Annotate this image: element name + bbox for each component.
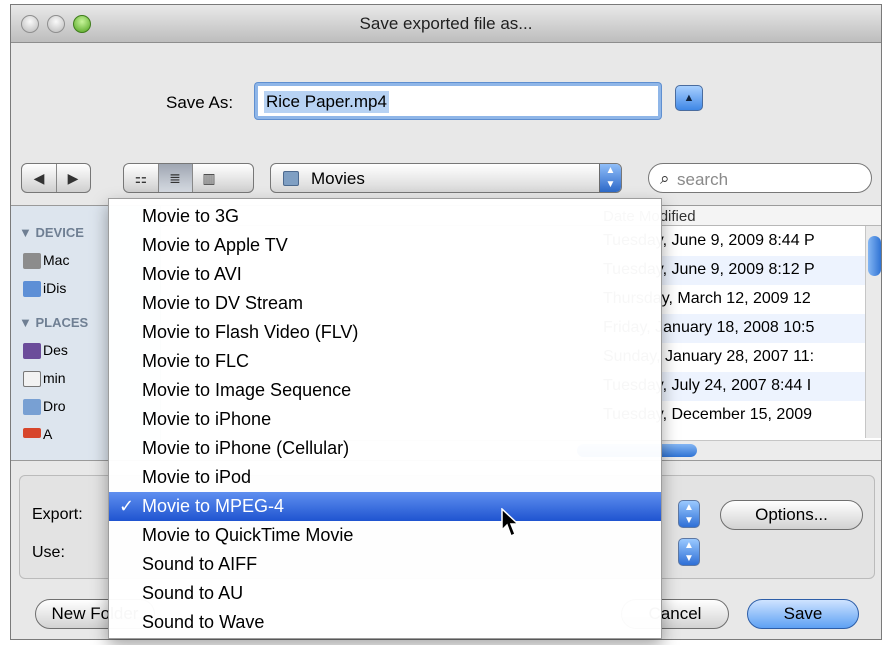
- menu-item-label: Movie to Image Sequence: [142, 380, 352, 400]
- options-button[interactable]: Options...: [720, 500, 863, 530]
- export-menu: Movie to 3G Movie to Apple TV Movie to A…: [108, 198, 662, 639]
- search-placeholder: search: [677, 170, 729, 189]
- menu-item-label: Movie to Flash Video (FLV): [142, 322, 359, 342]
- idisk-icon: [23, 281, 41, 297]
- menu-item-avi[interactable]: Movie to AVI: [109, 260, 661, 289]
- menu-item-label: Movie to DV Stream: [142, 293, 304, 313]
- menu-item-aiff[interactable]: Sound to AIFF: [109, 550, 661, 579]
- title-bar: Save exported file as...: [11, 5, 881, 43]
- icon-view-icon[interactable]: ⚏: [124, 164, 158, 192]
- location-popup[interactable]: Movies ▲ ▼: [270, 163, 622, 193]
- menu-item-label: Movie to iPhone (Cellular): [142, 438, 350, 458]
- vertical-scrollbar[interactable]: [865, 226, 881, 438]
- forward-button[interactable]: ▶: [56, 164, 90, 192]
- vertical-scroll-thumb[interactable]: [868, 236, 881, 276]
- applications-icon: [23, 428, 41, 438]
- checkmark-icon: ✓: [119, 496, 135, 516]
- sidebar-item-dropbox[interactable]: Dro: [43, 398, 66, 414]
- sidebar-item-home[interactable]: min: [43, 370, 66, 386]
- sidebar-item-idisk[interactable]: iDis: [43, 280, 66, 296]
- menu-item-label: Movie to MPEG-4: [142, 496, 285, 516]
- menu-item-label: Movie to Apple TV: [142, 235, 288, 255]
- menu-item-mpeg4[interactable]: ✓ Movie to MPEG-4: [109, 492, 661, 521]
- sidebar-section-places: ▼ PLACES: [19, 315, 89, 330]
- menu-item-flc[interactable]: Movie to FLC: [109, 347, 661, 376]
- export-stepper-icon[interactable]: ▲ ▼: [678, 500, 700, 528]
- menu-item-label: Movie to FLC: [142, 351, 250, 371]
- menu-item-3g[interactable]: Movie to 3G: [109, 202, 661, 231]
- save-button[interactable]: Save: [747, 599, 859, 629]
- sidebar-item-desktop[interactable]: Des: [43, 342, 68, 358]
- menu-item-dv-stream[interactable]: Movie to DV Stream: [109, 289, 661, 318]
- location-label: Movies: [311, 169, 365, 188]
- dropbox-icon: [23, 399, 41, 415]
- column-view-icon[interactable]: ▥: [192, 164, 226, 192]
- menu-item-flv[interactable]: Movie to Flash Video (FLV): [109, 318, 661, 347]
- window-title: Save exported file as...: [359, 14, 533, 33]
- disclosure-button[interactable]: ▲: [675, 85, 703, 111]
- menu-item-label: Movie to iPod: [142, 467, 252, 487]
- menu-item-label: Movie to 3G: [142, 206, 240, 226]
- menu-item-quicktime-movie[interactable]: Movie to QuickTime Movie: [109, 521, 661, 550]
- sidebar-section-devices: ▼ DEVICE: [19, 225, 84, 240]
- history-nav: ◀ ▶: [21, 163, 91, 193]
- location-stepper-icon[interactable]: ▲ ▼: [599, 164, 621, 192]
- save-as-value: Rice Paper.mp4: [264, 91, 389, 113]
- back-button[interactable]: ◀: [22, 164, 56, 192]
- menu-item-apple-tv[interactable]: Movie to Apple TV: [109, 231, 661, 260]
- sidebar-item-applications[interactable]: A: [43, 426, 52, 442]
- menu-item-iphone-cellular[interactable]: Movie to iPhone (Cellular): [109, 434, 661, 463]
- hard-drive-icon: [23, 253, 41, 269]
- save-as-input[interactable]: Rice Paper.mp4: [255, 83, 661, 119]
- sidebar-item-mac[interactable]: Mac: [43, 252, 69, 268]
- menu-item-label: Sound to AIFF: [142, 554, 258, 574]
- list-view-icon[interactable]: ≣: [158, 164, 192, 192]
- menu-item-wave[interactable]: Sound to Wave: [109, 608, 661, 637]
- menu-item-label: Movie to iPhone: [142, 409, 272, 429]
- menu-item-ipod[interactable]: Movie to iPod: [109, 463, 661, 492]
- use-label: Use:: [32, 544, 65, 561]
- use-stepper-icon[interactable]: ▲ ▼: [678, 538, 700, 566]
- mouse-pointer-icon: [501, 508, 520, 538]
- menu-item-au[interactable]: Sound to AU: [109, 579, 661, 608]
- menu-item-label: Sound to Wave: [142, 612, 265, 632]
- view-switcher: ⚏ ≣ ▥: [123, 163, 254, 193]
- folder-icon: [283, 171, 299, 186]
- menu-item-label: Movie to AVI: [142, 264, 242, 284]
- menu-item-label: Movie to QuickTime Movie: [142, 525, 354, 545]
- menu-item-image-sequence[interactable]: Movie to Image Sequence: [109, 376, 661, 405]
- menu-item-iphone[interactable]: Movie to iPhone: [109, 405, 661, 434]
- export-label: Export:: [32, 506, 83, 523]
- home-icon: [23, 371, 41, 387]
- menu-item-label: Sound to AU: [142, 583, 244, 603]
- save-as-label: Save As:: [166, 93, 234, 112]
- search-field[interactable]: ⌕ search: [648, 163, 872, 193]
- search-icon: ⌕: [660, 169, 670, 188]
- desktop-icon: [23, 343, 41, 359]
